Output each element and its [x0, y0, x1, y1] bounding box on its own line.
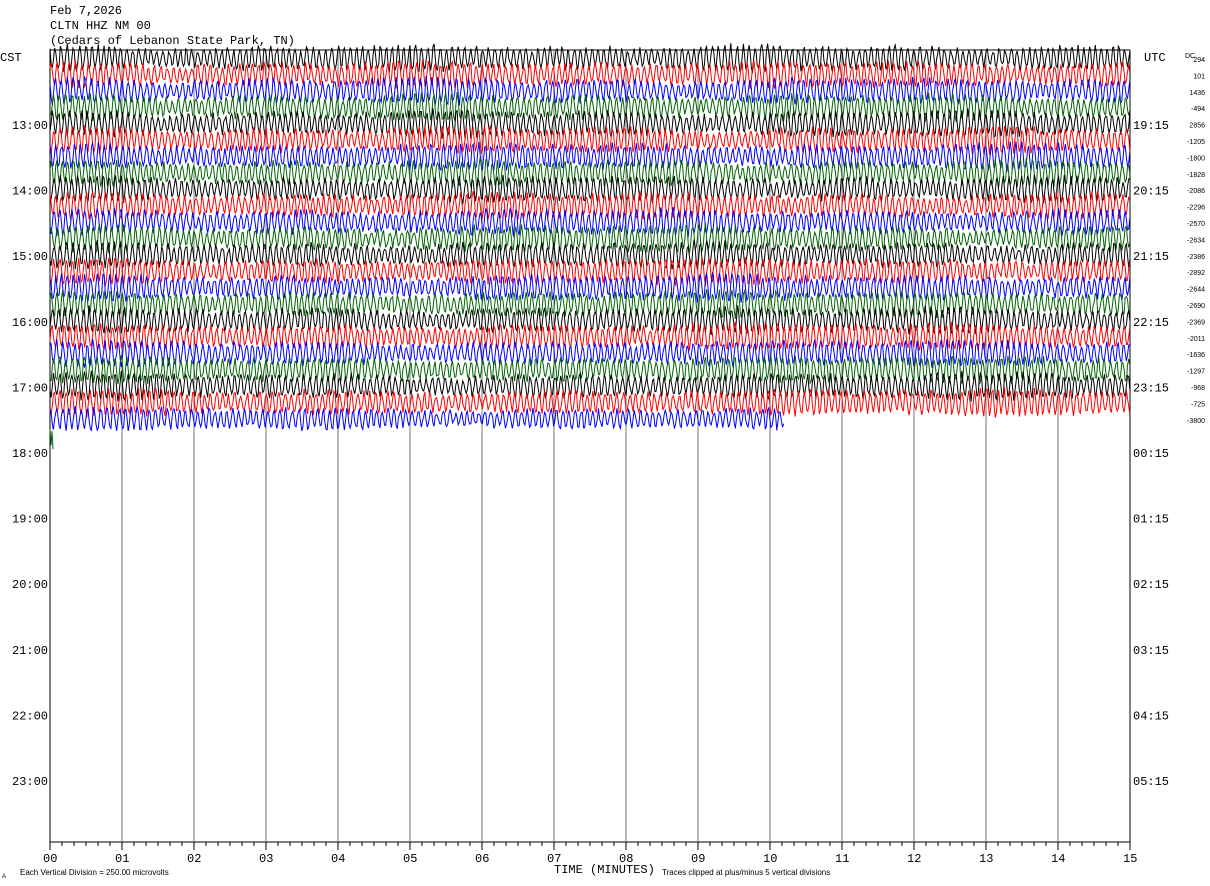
x-tick-label: 02	[187, 852, 201, 866]
dc-offset-label: -1828	[1187, 172, 1205, 179]
x-tick-label: 14	[1051, 852, 1065, 866]
x-tick-label: 09	[691, 852, 705, 866]
x-tick-label: 04	[331, 852, 345, 866]
seismic-trace	[49, 190, 1131, 221]
dc-offset-label: -494	[1191, 106, 1205, 113]
dc-offset-label: -2644	[1187, 287, 1205, 294]
left-hour-label: 20:00	[12, 578, 48, 592]
dc-offset-label: -3800	[1187, 418, 1205, 425]
x-tick-label: 15	[1123, 852, 1137, 866]
helicorder-plot: 00 01 02 03 04 05 06 07 08 09 10 11 12 13 14 1513:00 19:…	[0, 43, 1205, 880]
left-hour-label: 16:00	[12, 316, 48, 330]
dc-offset-label: 2856	[1189, 123, 1205, 130]
x-tick-label: 10	[763, 852, 777, 866]
left-hour-label: 14:00	[12, 185, 48, 199]
x-tick-label: 01	[115, 852, 129, 866]
left-hour-label: 18:00	[12, 447, 48, 461]
dc-offset-label: -2369	[1187, 319, 1205, 326]
corner-mark: A	[2, 874, 6, 880]
right-hour-label: 20:15	[1133, 185, 1169, 199]
x-axis-title: TIME (MINUTES)	[554, 863, 655, 877]
dc-label: DC	[1185, 53, 1195, 60]
right-hour-label: 03:15	[1133, 644, 1169, 658]
x-tick-label: 05	[403, 852, 417, 866]
seismic-trace	[49, 354, 1131, 386]
dc-offset-label: 101	[1193, 73, 1205, 80]
left-hour-label: 22:00	[12, 709, 48, 723]
left-hour-label: 21:00	[12, 644, 48, 658]
dc-offset-label: -2011	[1188, 336, 1205, 343]
dc-offset-label: -2296	[1187, 205, 1205, 212]
dc-offset-label: -2690	[1187, 303, 1205, 310]
seismic-trace	[49, 174, 1131, 205]
x-tick-label: 03	[259, 852, 273, 866]
clip-note: Traces clipped at plus/minus 5 vertical …	[662, 868, 830, 877]
trace-layer	[49, 43, 1131, 450]
x-tick-label: 00	[43, 852, 57, 866]
scale-note: Each Vertical Division = 250.00 microvol…	[20, 868, 169, 877]
right-hour-label: 21:15	[1133, 250, 1169, 264]
dc-offset-label: -2634	[1187, 237, 1205, 244]
right-hour-label: 04:15	[1133, 709, 1169, 723]
left-zone-label: CST	[0, 51, 22, 65]
dc-offset-label: -1800	[1187, 155, 1205, 162]
x-tick-label: 13	[979, 852, 993, 866]
dc-offset-label: -968	[1191, 385, 1205, 392]
left-hour-label: 15:00	[12, 250, 48, 264]
left-hour-label: 17:00	[12, 381, 48, 395]
x-tick-label: 12	[907, 852, 921, 866]
right-hour-label: 19:15	[1133, 119, 1169, 133]
dc-offset-label: -2892	[1187, 270, 1205, 277]
dc-offset-label: -725	[1191, 401, 1205, 408]
right-zone-label: UTC	[1144, 51, 1166, 65]
label-layer: 00 01 02 03 04 05 06 07 08 09 10 11 12 13 14 1513:00 19:…	[12, 57, 1205, 866]
seismic-trace	[49, 257, 1131, 287]
dc-offset-label: 1436	[1189, 90, 1205, 97]
dc-offset-label: -2570	[1187, 221, 1205, 228]
dc-offset-label: -1205	[1187, 139, 1205, 146]
right-hour-label: 02:15	[1133, 578, 1169, 592]
right-hour-label: 23:15	[1133, 381, 1169, 395]
dc-offset-label: -2386	[1187, 254, 1205, 261]
x-tick-label: 06	[475, 852, 489, 866]
seismic-trace	[49, 405, 785, 432]
left-hour-label: 23:00	[12, 775, 48, 789]
right-hour-label: 22:15	[1133, 316, 1169, 330]
right-hour-label: 01:15	[1133, 513, 1169, 527]
right-hour-label: 00:15	[1133, 447, 1169, 461]
left-hour-label: 19:00	[12, 513, 48, 527]
dc-offset-label: -2086	[1187, 188, 1205, 195]
dc-offset-label: -1636	[1187, 352, 1205, 359]
dc-offset-label: -1297	[1187, 369, 1205, 376]
x-tick-label: 11	[835, 852, 849, 866]
right-hour-label: 05:15	[1133, 775, 1169, 789]
left-hour-label: 13:00	[12, 119, 48, 133]
